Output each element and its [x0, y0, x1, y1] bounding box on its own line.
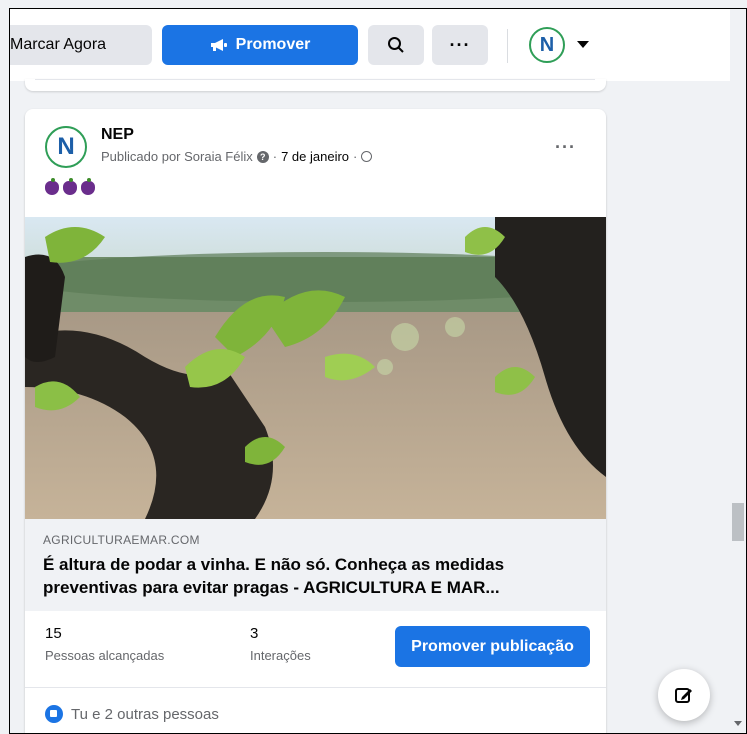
- post-meta: Publicado por Soraia Félix ? · 7 de jane…: [101, 149, 373, 164]
- page-avatar[interactable]: N: [45, 126, 87, 168]
- reach-label: Pessoas alcançadas: [45, 648, 165, 663]
- like-icon: [45, 705, 63, 723]
- compose-button[interactable]: [658, 669, 710, 721]
- promote-button[interactable]: Promover: [162, 25, 358, 65]
- page-logo-icon: N: [57, 133, 75, 160]
- meta-separator: ·: [272, 149, 278, 164]
- grape-emoji: [45, 178, 59, 195]
- promote-button-label: Promover: [235, 36, 311, 53]
- page-top-bar: Marcar Agora Promover ··· N: [10, 9, 746, 81]
- scroll-down-arrow-icon[interactable]: [734, 721, 742, 726]
- link-domain: AGRICULTURAEMAR.COM: [43, 533, 200, 547]
- scrollbar-track[interactable]: [730, 9, 746, 733]
- reach-value: 15: [45, 625, 62, 642]
- caret-down-icon[interactable]: [577, 41, 589, 48]
- promote-post-label: Promover publicação: [411, 637, 574, 655]
- grape-emoji: [63, 178, 77, 195]
- divider: [35, 79, 595, 80]
- post-more-icon[interactable]: ···: [555, 137, 576, 158]
- post-date[interactable]: 7 de janeiro: [281, 149, 349, 164]
- divider: [25, 687, 606, 688]
- link-title: É altura de podar a vinha. E não só. Con…: [43, 555, 505, 597]
- interactions-label: Interações: [250, 648, 311, 663]
- page-name[interactable]: NEP: [101, 126, 134, 144]
- scrollbar-thumb[interactable]: [732, 503, 744, 541]
- more-icon: ···: [449, 34, 471, 55]
- link-preview-image[interactable]: [25, 217, 606, 519]
- published-by: Publicado por Soraia Félix: [101, 149, 253, 164]
- reactions-text: Tu e 2 outras pessoas: [71, 705, 219, 723]
- previous-post-card-bottom: [25, 79, 606, 91]
- meta-separator: ·: [353, 149, 358, 164]
- link-preview-text[interactable]: AGRICULTURAEMAR.COM É altura de podar a …: [25, 519, 606, 611]
- post-card: N NEP Publicado por Soraia Félix ? · 7 d…: [25, 109, 606, 733]
- globe-icon: [361, 151, 373, 162]
- reactions-summary[interactable]: Tu e 2 outras pessoas: [45, 705, 219, 723]
- search-button[interactable]: [368, 25, 424, 65]
- info-icon[interactable]: ?: [256, 150, 269, 163]
- toolbar-divider: [507, 29, 508, 63]
- megaphone-icon: [210, 39, 227, 51]
- promote-post-button[interactable]: Promover publicação: [395, 626, 590, 667]
- search-icon: [388, 37, 404, 53]
- grape-emoji: [81, 178, 95, 195]
- compose-icon: [675, 688, 692, 703]
- schedule-button[interactable]: Marcar Agora: [10, 25, 152, 65]
- page-switcher-avatar[interactable]: N: [529, 27, 565, 63]
- browser-frame: Marcar Agora Promover ··· N N NEP Public…: [9, 8, 747, 734]
- interactions-value: 3: [250, 625, 259, 642]
- page-logo-icon: N: [539, 34, 555, 56]
- post-text-emoji: [45, 178, 95, 195]
- vineyard-photo: [25, 217, 606, 519]
- more-options-button[interactable]: ···: [432, 25, 488, 65]
- schedule-button-label: Marcar Agora: [10, 36, 107, 53]
